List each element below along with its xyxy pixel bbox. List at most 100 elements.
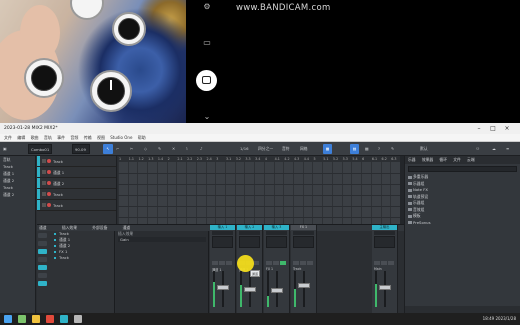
channel-insert-area[interactable]	[293, 236, 314, 248]
menu-edit[interactable]: 编辑	[17, 135, 25, 140]
task-app-icon[interactable]	[60, 315, 68, 323]
mute-tool-icon[interactable]: ✕	[172, 144, 175, 154]
tab-loops[interactable]: 循环	[439, 157, 447, 162]
grid-icon[interactable]: ▦	[365, 144, 369, 154]
track-name[interactable]: 通道 1	[53, 170, 64, 175]
nav-button[interactable]	[38, 265, 47, 270]
arrow-tool-button[interactable]: ↖	[103, 144, 113, 154]
browser-search-input[interactable]	[408, 166, 517, 172]
channel-insert-area[interactable]	[239, 236, 260, 248]
mute-button[interactable]	[293, 261, 299, 265]
zoom-field[interactable]: 默认	[420, 144, 428, 154]
tab-files[interactable]: 文件	[453, 157, 461, 162]
song-icon[interactable]: ▣	[3, 144, 7, 154]
track-row[interactable]: Track	[37, 189, 116, 200]
channel-insert-area[interactable]	[266, 236, 287, 248]
track-name[interactable]: 通道 2	[53, 181, 64, 186]
fader-handle[interactable]	[379, 284, 391, 290]
monitor-button[interactable]	[388, 261, 394, 265]
video-icon[interactable]: ▭	[200, 38, 214, 47]
tab-instruments[interactable]: 乐器	[408, 157, 416, 162]
record-button[interactable]	[47, 203, 51, 207]
arrange-view[interactable]: 1 1.1 1.2 1.3 1.4 2 2.1 2.2 2.3 2.4 3 3.1 3.2 3.3 3.4 4…	[118, 156, 400, 224]
menu-song[interactable]: 歌曲	[31, 135, 39, 140]
solo-button[interactable]	[381, 261, 387, 265]
snap-toggle-button[interactable]: ▦	[323, 144, 332, 154]
help-icon[interactable]: ?	[378, 144, 380, 154]
channel-strip-name[interactable]: 输入 1	[210, 225, 235, 230]
groove-field[interactable]: 音符	[282, 144, 290, 154]
channel-io-selector[interactable]	[374, 231, 395, 235]
fader-handle[interactable]	[271, 288, 283, 294]
eraser-tool-icon[interactable]: ◇	[144, 144, 147, 154]
track-name[interactable]: Track	[53, 192, 63, 197]
mute-button[interactable]	[42, 170, 46, 174]
channel-strip-name[interactable]: FX 1	[291, 225, 316, 230]
channel-strip-name[interactable]: 输入 3	[264, 225, 289, 230]
channel-io-selector[interactable]	[266, 231, 287, 235]
mute-button[interactable]	[266, 261, 272, 265]
menu-help[interactable]: 帮助	[138, 135, 146, 140]
draw-tool-icon[interactable]: ✎	[158, 144, 161, 154]
fader-handle[interactable]	[298, 283, 310, 289]
record-button[interactable]	[47, 159, 51, 163]
channel-io-selector[interactable]	[239, 231, 260, 235]
mute-button[interactable]	[42, 181, 46, 185]
close-icon[interactable]: ×	[500, 123, 514, 134]
record-button[interactable]	[47, 192, 51, 196]
menu-transport[interactable]: 传输	[84, 135, 92, 140]
fader-handle[interactable]	[244, 286, 256, 292]
nav-button[interactable]	[38, 281, 47, 286]
tempo-field[interactable]: 90.09	[72, 144, 90, 154]
mute-button[interactable]	[42, 203, 46, 207]
record-button[interactable]	[47, 181, 51, 185]
tab-effects[interactable]: 效果器	[422, 157, 433, 162]
channel-insert-area[interactable]	[374, 236, 395, 248]
tab-cloud[interactable]: 云端	[467, 157, 475, 162]
monitor-button[interactable]	[226, 261, 232, 265]
minimize-icon[interactable]: –	[472, 123, 486, 134]
more-icon[interactable]: ≡	[506, 144, 509, 154]
task-app-icon[interactable]	[46, 315, 54, 323]
solo-button[interactable]	[273, 261, 279, 265]
channel-io-selector[interactable]	[293, 231, 314, 235]
record-button[interactable]	[47, 170, 51, 174]
solo-button[interactable]	[300, 261, 306, 265]
track-row[interactable]: Track	[37, 200, 116, 211]
song-name-field[interactable]: Combo01	[28, 144, 52, 154]
shutter-button[interactable]	[196, 70, 217, 91]
task-app-icon[interactable]	[18, 315, 26, 323]
range-tool-icon[interactable]: ⌐	[116, 144, 119, 154]
inspector-item[interactable]: 通道 2	[0, 191, 35, 198]
task-app-icon[interactable]	[74, 315, 82, 323]
menu-event[interactable]: 事件	[57, 135, 65, 140]
monitor-button[interactable]	[307, 261, 313, 265]
track-row[interactable]: 通道 2	[37, 178, 116, 189]
chevron-down-icon[interactable]: ⌄	[200, 112, 214, 121]
menu-file[interactable]: 文件	[4, 135, 12, 140]
track-row[interactable]: 通道 1	[37, 167, 116, 178]
cloud-icon[interactable]: ☁	[492, 144, 496, 154]
inspector-item[interactable]: Track	[0, 184, 35, 191]
start-icon[interactable]	[4, 315, 12, 323]
channel-strip-name[interactable]: 输入 2	[237, 225, 262, 230]
inspector-item[interactable]: 通道 1	[0, 170, 35, 177]
track-name[interactable]: Track	[53, 203, 63, 208]
monitor-button[interactable]	[280, 261, 286, 265]
mute-button[interactable]	[374, 261, 380, 265]
fader-handle[interactable]	[217, 284, 229, 290]
mute-button[interactable]	[212, 261, 218, 265]
nav-button[interactable]	[38, 273, 47, 278]
quantize-field[interactable]: 四分之一	[258, 144, 273, 154]
grid-field[interactable]: 网格	[300, 144, 308, 154]
menu-view[interactable]: 视图	[97, 135, 105, 140]
bend-tool-icon[interactable]: ⌇	[186, 144, 188, 154]
menu-studio-one[interactable]: Studio One	[110, 135, 132, 140]
channel-strip-name[interactable]: 主输出	[372, 225, 397, 230]
channel-io-selector[interactable]	[212, 231, 233, 235]
user-icon[interactable]: ⚇	[476, 144, 479, 154]
track-name[interactable]: Track	[53, 159, 63, 164]
channel-list-item[interactable]: Track	[37, 255, 114, 261]
inspector-item[interactable]: 通道 2	[0, 177, 35, 184]
channel-insert-area[interactable]	[212, 236, 233, 248]
